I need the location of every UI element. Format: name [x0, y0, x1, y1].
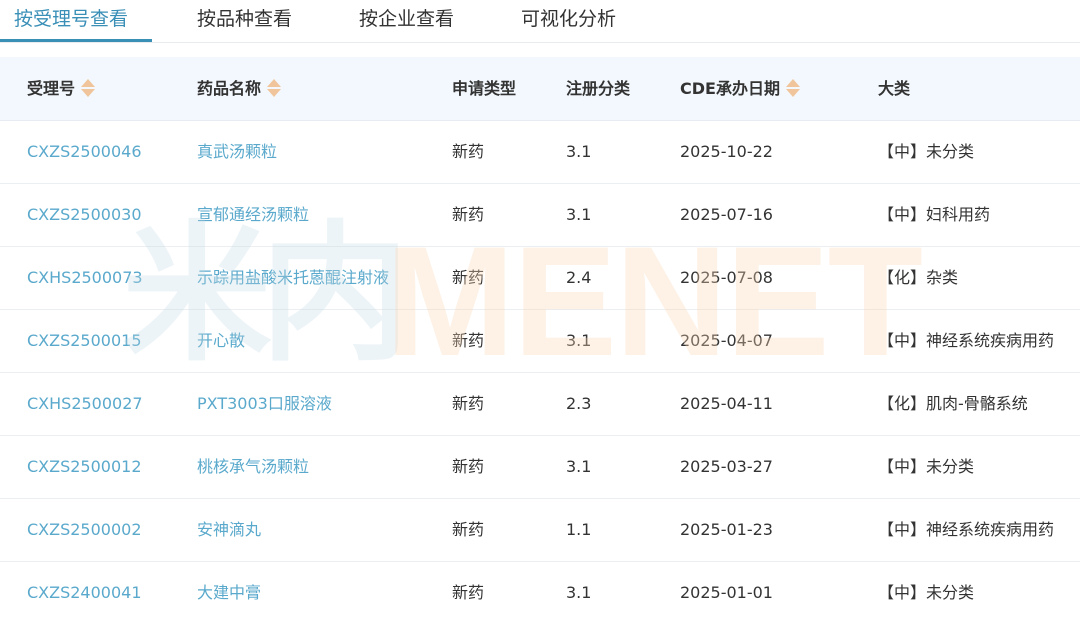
table-row: CXHS2500027 PXT3003口服溶液 新药 2.3 2025-04-1…: [0, 373, 1080, 436]
drug-name-link[interactable]: 大建中膏: [197, 562, 261, 624]
table-row: CXZS2500015 开心散 新药 3.1 2025-04-07 【中】神经系…: [0, 310, 1080, 373]
column-header-apply-type: 申请类型: [452, 79, 517, 98]
app-root: 按受理号查看 按品种查看 按企业查看 可视化分析 受理号 药品名称 申请类型 注…: [0, 0, 1080, 624]
table-row: CXZS2400041 大建中膏 新药 3.1 2025-01-01 【中】未分…: [0, 562, 1080, 624]
category-cell: 【中】妇科用药: [878, 205, 991, 224]
table-body: CXZS2500046 真武汤颗粒 新药 3.1 2025-10-22 【中】未…: [0, 121, 1080, 624]
drug-name-link[interactable]: 真武汤颗粒: [197, 121, 277, 183]
drug-name-link[interactable]: 安神滴丸: [197, 499, 261, 561]
cde-date-cell: 2025-01-01: [680, 583, 773, 602]
sort-icon[interactable]: [267, 78, 282, 98]
reg-class-cell: 2.4: [566, 268, 592, 287]
accept-no-link[interactable]: CXZS2500012: [27, 436, 142, 498]
table-row: CXZS2500030 宣郁通经汤颗粒 新药 3.1 2025-07-16 【中…: [0, 184, 1080, 247]
apply-type-cell: 新药: [452, 142, 485, 161]
tab-by-variety[interactable]: 按品种查看: [197, 0, 292, 40]
apply-type-cell: 新药: [452, 268, 485, 287]
cde-date-cell: 2025-10-22: [680, 142, 773, 161]
column-header-accept-no[interactable]: 受理号: [27, 57, 96, 120]
column-header-label: 药品名称: [197, 79, 262, 98]
accept-no-link[interactable]: CXHS2500073: [27, 247, 143, 309]
column-header-label: 受理号: [27, 79, 76, 98]
apply-type-cell: 新药: [452, 394, 485, 413]
category-cell: 【中】未分类: [878, 457, 975, 476]
reg-class-cell: 2.3: [566, 394, 592, 413]
category-cell: 【中】神经系统疾病用药: [878, 520, 1055, 539]
accept-no-link[interactable]: CXHS2500027: [27, 373, 143, 435]
drug-name-link[interactable]: 宣郁通经汤颗粒: [197, 184, 309, 246]
column-header-reg-class: 注册分类: [566, 79, 631, 98]
reg-class-cell: 3.1: [566, 331, 592, 350]
column-header-category: 大类: [878, 79, 911, 98]
apply-type-cell: 新药: [452, 457, 485, 476]
category-cell: 【中】未分类: [878, 142, 975, 161]
category-cell: 【中】神经系统疾病用药: [878, 331, 1055, 350]
category-cell: 【化】肌肉-骨骼系统: [878, 394, 1028, 413]
apply-type-cell: 新药: [452, 520, 485, 539]
accept-no-link[interactable]: CXZS2500030: [27, 184, 142, 246]
tab-visual-analysis[interactable]: 可视化分析: [521, 0, 616, 40]
category-cell: 【化】杂类: [878, 268, 959, 287]
cde-date-cell: 2025-04-07: [680, 331, 773, 350]
table-row: CXHS2500073 示踪用盐酸米托蒽醌注射液 新药 2.4 2025-07-…: [0, 247, 1080, 310]
accept-no-link[interactable]: CXZS2500046: [27, 121, 142, 183]
table-row: CXZS2500012 桃核承气汤颗粒 新药 3.1 2025-03-27 【中…: [0, 436, 1080, 499]
table-header: 受理号 药品名称 申请类型 注册分类 CDE承办日期 大类: [0, 57, 1080, 121]
column-header-drug-name[interactable]: 药品名称: [197, 57, 282, 120]
sort-icon[interactable]: [81, 78, 96, 98]
sort-icon[interactable]: [785, 78, 800, 98]
apply-type-cell: 新药: [452, 205, 485, 224]
column-header-cde-date[interactable]: CDE承办日期: [680, 57, 800, 120]
cde-date-cell: 2025-04-11: [680, 394, 773, 413]
reg-class-cell: 3.1: [566, 457, 592, 476]
drug-name-link[interactable]: PXT3003口服溶液: [197, 373, 332, 435]
drug-name-link[interactable]: 桃核承气汤颗粒: [197, 436, 309, 498]
drug-name-link[interactable]: 示踪用盐酸米托蒽醌注射液: [197, 247, 389, 309]
column-header-label: CDE承办日期: [680, 79, 780, 98]
reg-class-cell: 3.1: [566, 205, 592, 224]
reg-class-cell: 3.1: [566, 583, 592, 602]
table-row: CXZS2500002 安神滴丸 新药 1.1 2025-01-23 【中】神经…: [0, 499, 1080, 562]
tab-by-company[interactable]: 按企业查看: [359, 0, 454, 40]
reg-class-cell: 1.1: [566, 520, 592, 539]
accept-no-link[interactable]: CXZS2500015: [27, 310, 142, 372]
cde-date-cell: 2025-07-08: [680, 268, 773, 287]
tab-by-accept-no[interactable]: 按受理号查看: [14, 0, 128, 40]
tab-bar: 按受理号查看 按品种查看 按企业查看 可视化分析: [0, 0, 1080, 43]
table-row: CXZS2500046 真武汤颗粒 新药 3.1 2025-10-22 【中】未…: [0, 121, 1080, 184]
drug-name-link[interactable]: 开心散: [197, 310, 245, 372]
cde-date-cell: 2025-03-27: [680, 457, 773, 476]
reg-class-cell: 3.1: [566, 142, 592, 161]
accept-no-link[interactable]: CXZS2500002: [27, 499, 142, 561]
accept-no-link[interactable]: CXZS2400041: [27, 562, 142, 624]
cde-date-cell: 2025-07-16: [680, 205, 773, 224]
apply-type-cell: 新药: [452, 583, 485, 602]
apply-type-cell: 新药: [452, 331, 485, 350]
active-tab-indicator: [0, 39, 152, 42]
category-cell: 【中】未分类: [878, 583, 975, 602]
cde-date-cell: 2025-01-23: [680, 520, 773, 539]
